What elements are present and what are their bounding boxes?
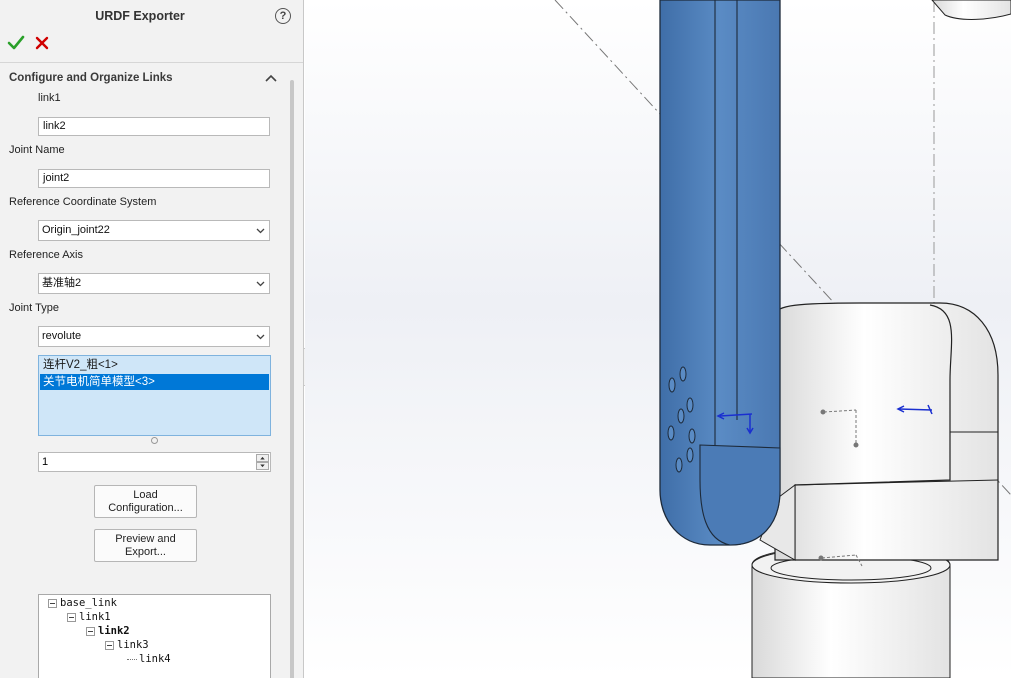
panel-scrollbar[interactable] xyxy=(290,80,294,678)
tree-node-label: link3 xyxy=(117,639,149,651)
joint-name-field[interactable]: joint2 xyxy=(38,169,270,188)
close-icon[interactable] xyxy=(34,35,50,51)
spin-down-icon[interactable] xyxy=(256,462,269,470)
3d-viewport[interactable] xyxy=(305,0,1011,678)
tree-node-link3[interactable]: link3 xyxy=(105,638,149,652)
hole xyxy=(686,447,694,463)
reference-axis-label: Reference Axis xyxy=(9,249,83,261)
triad-point xyxy=(820,409,826,415)
link-tree[interactable]: base_link link1 link2 link3 link4 xyxy=(38,594,271,678)
button-label-line: Configuration... xyxy=(108,502,183,514)
hole xyxy=(667,425,675,441)
hole xyxy=(677,408,685,424)
child-count-value: 1 xyxy=(42,456,49,468)
tree-node-label: base_link xyxy=(60,597,117,609)
reference-coordinate-select[interactable]: Origin_joint22 xyxy=(38,220,270,241)
tree-node-link2[interactable]: link2 xyxy=(86,624,130,638)
tree-connector xyxy=(127,658,137,660)
panel-title: URDF Exporter xyxy=(95,9,185,23)
tree-node-link1[interactable]: link1 xyxy=(67,610,111,624)
triad-point xyxy=(818,555,824,561)
list-item-selected[interactable]: 关节电机简单模型<3> xyxy=(40,374,269,390)
tree-node-label: link4 xyxy=(139,653,171,665)
chevron-up-icon[interactable] xyxy=(265,73,277,83)
collapse-icon[interactable] xyxy=(48,598,57,608)
link-name-field[interactable]: link2 xyxy=(38,117,270,136)
hole xyxy=(688,428,696,444)
collapse-icon[interactable] xyxy=(86,626,95,636)
collapse-icon[interactable] xyxy=(67,612,76,622)
hole xyxy=(686,397,694,413)
spinner-buttons[interactable] xyxy=(256,454,269,470)
checkmark-icon[interactable] xyxy=(7,34,25,52)
help-icon[interactable]: ? xyxy=(275,8,291,24)
collapse-icon[interactable] xyxy=(105,640,114,650)
hole xyxy=(675,457,683,473)
parent-link-label: link1 xyxy=(38,92,61,104)
chevron-down-icon xyxy=(256,281,265,287)
triad-axis xyxy=(898,408,933,411)
resize-handle[interactable] xyxy=(151,437,158,444)
section-title: Configure and Organize Links xyxy=(9,72,173,84)
divider xyxy=(0,62,303,63)
tree-node-link4[interactable]: link4 xyxy=(127,652,171,666)
joint-type-select[interactable]: revolute xyxy=(38,326,270,347)
components-listbox[interactable]: 连杆V2_粗<1> 关节电机简单模型<3> xyxy=(38,355,271,436)
joint-type-label: Joint Type xyxy=(9,302,59,314)
reference-axis-value: 基准轴2 xyxy=(42,277,82,289)
list-item[interactable]: 连杆V2_粗<1> xyxy=(40,357,269,373)
button-label-line: Preview and xyxy=(115,533,176,545)
hole xyxy=(679,366,687,382)
preview-export-button[interactable]: Preview and Export... xyxy=(94,529,197,562)
tree-node-base-link[interactable]: base_link xyxy=(48,596,117,610)
reference-axis-select[interactable]: 基准轴2 xyxy=(38,273,270,294)
property-manager-panel: URDF Exporter ? Configure and Organize L… xyxy=(0,0,304,678)
triad-point xyxy=(853,442,859,448)
chevron-down-icon xyxy=(256,334,265,340)
child-count-spinner[interactable]: 1 xyxy=(38,452,271,472)
load-configuration-button[interactable]: Load Configuration... xyxy=(94,485,197,518)
tree-node-label: link1 xyxy=(79,611,111,623)
spin-up-icon[interactable] xyxy=(256,454,269,462)
joint-name-label: Joint Name xyxy=(9,144,65,156)
button-label-line: Load xyxy=(133,489,158,501)
hole xyxy=(668,377,676,393)
tree-node-label: link2 xyxy=(98,625,130,637)
reference-coordinate-label: Reference Coordinate System xyxy=(9,196,157,208)
button-label-line: Export... xyxy=(125,546,166,558)
joint-type-value: revolute xyxy=(42,330,82,342)
chevron-down-icon xyxy=(256,228,265,234)
reference-coordinate-value: Origin_joint22 xyxy=(42,224,110,236)
